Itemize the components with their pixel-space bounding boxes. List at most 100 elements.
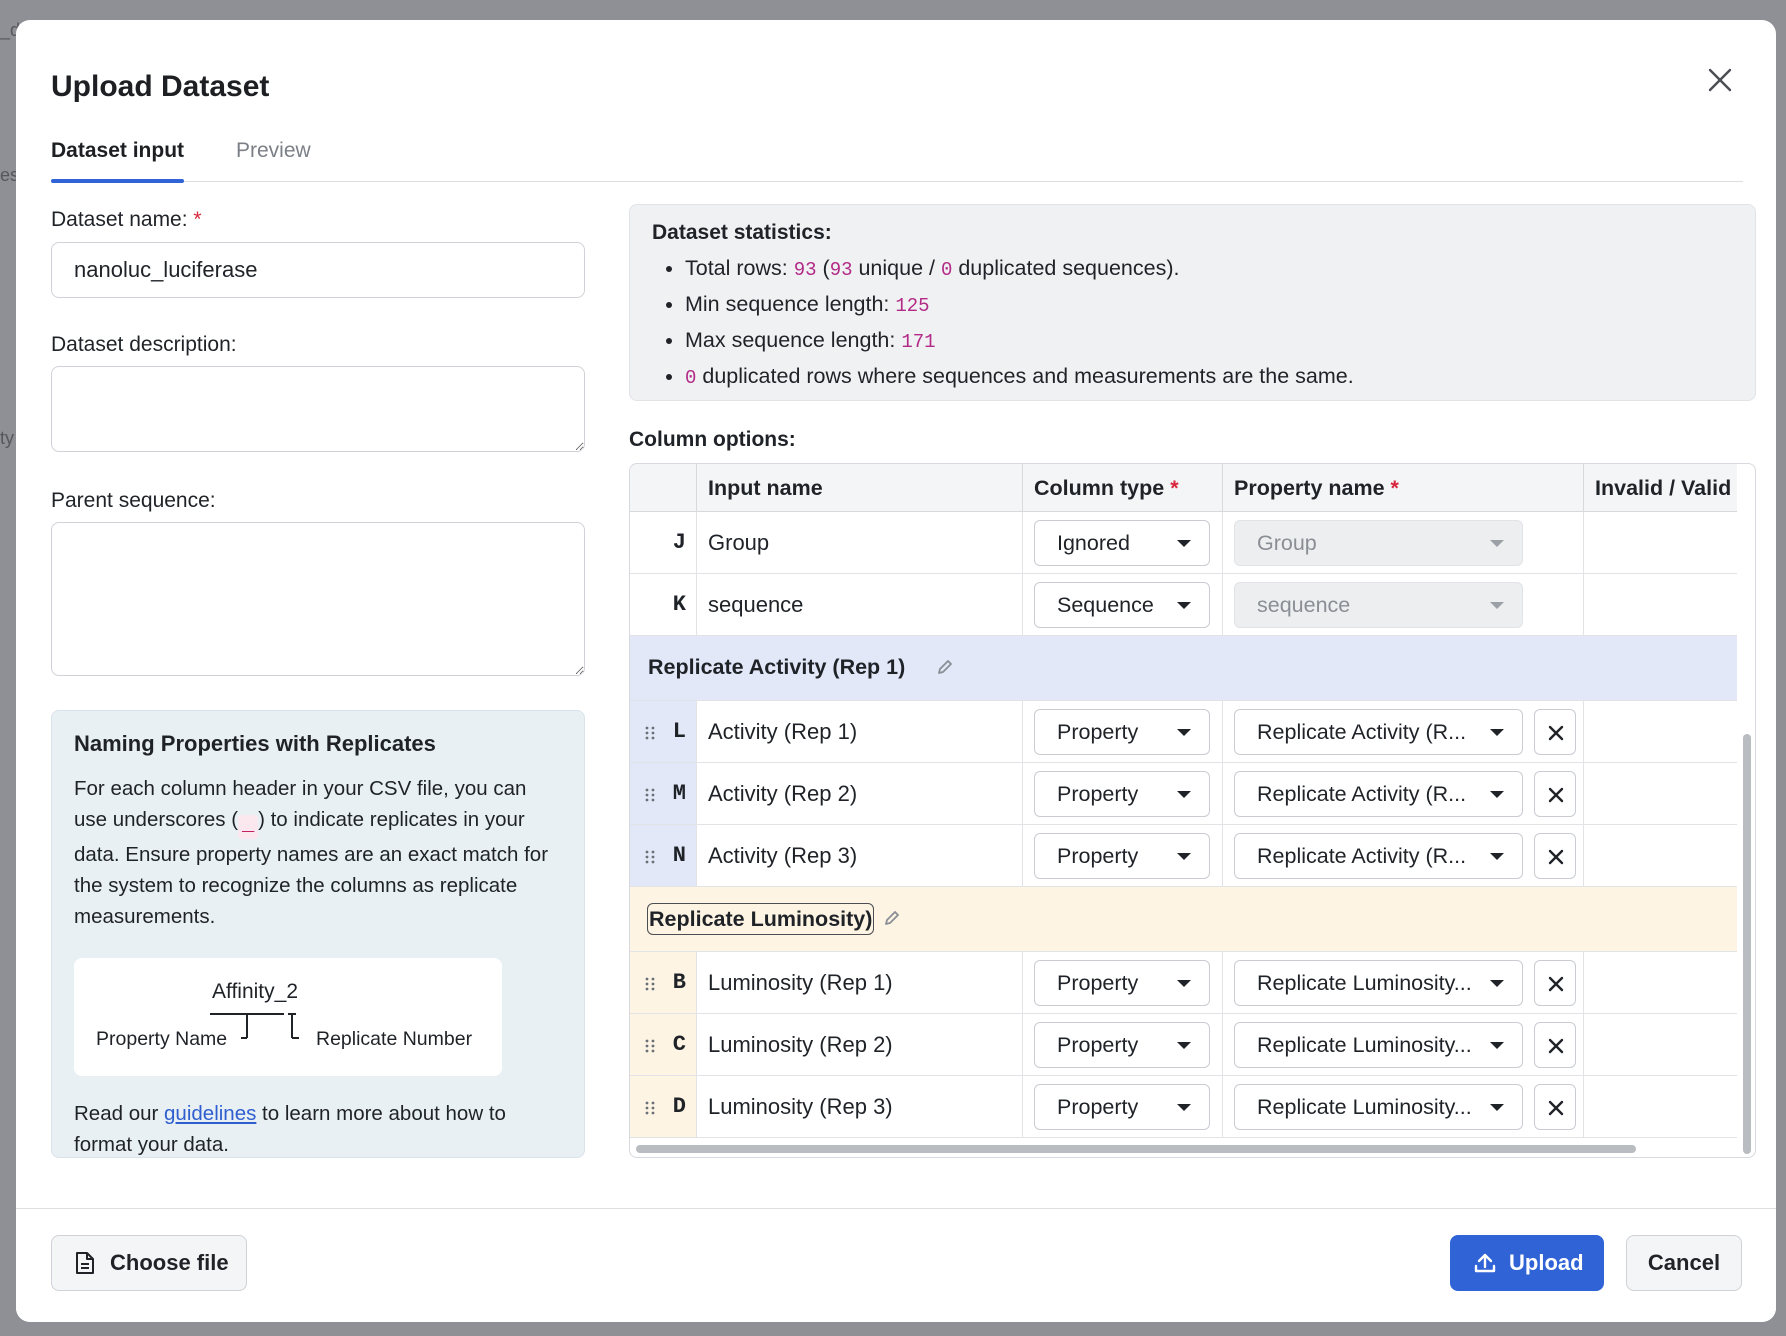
property-name-select[interactable]: Replicate Activity (R... bbox=[1234, 833, 1523, 879]
dataset-description-input[interactable] bbox=[51, 366, 585, 452]
stat-value: 0 bbox=[940, 259, 953, 281]
tab-dataset-input[interactable]: Dataset input bbox=[51, 130, 185, 183]
guidelines-link[interactable]: guidelines bbox=[164, 1102, 256, 1125]
upload-dataset-dialog: Upload Dataset Dataset input Preview Dat… bbox=[16, 20, 1776, 1322]
column-type-select[interactable]: Property bbox=[1034, 1022, 1210, 1068]
property-name-select[interactable]: Replicate Activity (R... bbox=[1234, 709, 1523, 755]
stat-value: 93 bbox=[793, 259, 817, 281]
drag-handle-icon[interactable] bbox=[644, 787, 656, 803]
horizontal-scrollbar[interactable] bbox=[636, 1145, 1636, 1153]
chevron-down-icon bbox=[1490, 980, 1504, 987]
replicate-group-title[interactable]: Replicate Luminosity) bbox=[647, 903, 875, 935]
chevron-down-icon bbox=[1177, 1042, 1191, 1049]
header-property-name-text: Property name bbox=[1234, 476, 1385, 500]
header-invalid-valid: Invalid / Valid bbox=[1595, 476, 1732, 500]
property-name-cell: Replicate Activity (R... bbox=[1223, 825, 1584, 886]
dataset-name-label-text: Dataset name: bbox=[51, 208, 188, 231]
column-letter-cell[interactable]: B bbox=[630, 952, 697, 1013]
column-letter: J bbox=[672, 530, 686, 555]
property-name-select-value: Replicate Activity (R... bbox=[1257, 720, 1467, 744]
column-type-select[interactable]: Property bbox=[1034, 833, 1210, 879]
column-type-select[interactable]: Ignored bbox=[1034, 520, 1210, 566]
stat-value: 0 bbox=[685, 367, 697, 389]
chevron-down-icon bbox=[1490, 540, 1504, 547]
column-letter: B bbox=[672, 970, 686, 995]
column-type-cell: Ignored bbox=[1023, 512, 1223, 573]
drag-handle-icon[interactable] bbox=[644, 849, 656, 865]
column-options-table: Input name Column type * Property name *… bbox=[629, 463, 1756, 1158]
replicate-group-title[interactable]: Replicate Activity (Rep 1) bbox=[648, 652, 905, 682]
property-name-cell: Replicate Luminosity... bbox=[1223, 1076, 1584, 1137]
file-icon bbox=[76, 1252, 94, 1274]
column-type-select[interactable]: Sequence bbox=[1034, 582, 1210, 628]
chevron-down-icon bbox=[1490, 853, 1504, 860]
chevron-down-icon bbox=[1177, 791, 1191, 798]
validity-cell bbox=[1584, 1076, 1737, 1137]
column-letter-cell[interactable]: M bbox=[630, 763, 697, 824]
property-name-select[interactable]: Replicate Luminosity... bbox=[1234, 1022, 1523, 1068]
edit-icon[interactable] bbox=[936, 658, 954, 676]
column-letter-cell[interactable]: N bbox=[630, 825, 697, 886]
property-name-select[interactable]: Replicate Luminosity... bbox=[1234, 1084, 1523, 1130]
tab-preview[interactable]: Preview bbox=[236, 130, 311, 182]
column-letter-cell[interactable]: C bbox=[630, 1014, 697, 1075]
validity-cell bbox=[1584, 952, 1737, 1013]
property-name-select[interactable]: Group bbox=[1234, 520, 1523, 566]
close-icon bbox=[1548, 787, 1564, 803]
chevron-down-icon bbox=[1490, 1042, 1504, 1049]
chevron-down-icon bbox=[1490, 729, 1504, 736]
validity-cell bbox=[1584, 825, 1737, 886]
remove-from-group-button[interactable] bbox=[1534, 1084, 1576, 1130]
stat-duplicated-rows: 0 duplicated rows where sequences and me… bbox=[685, 359, 1733, 395]
column-letter-cell: J bbox=[630, 512, 697, 573]
stat-label: duplicated rows where sequences and meas… bbox=[696, 364, 1354, 388]
stat-label: Min sequence length: bbox=[685, 292, 896, 316]
chevron-down-icon bbox=[1490, 791, 1504, 798]
column-type-select[interactable]: Property bbox=[1034, 1084, 1210, 1130]
table-row: N Activity (Rep 3) Property Replicate Activ… bbox=[630, 825, 1737, 887]
remove-from-group-button[interactable] bbox=[1534, 1022, 1576, 1068]
property-name-select-value: Replicate Luminosity... bbox=[1257, 1033, 1472, 1057]
property-name-select[interactable]: Replicate Luminosity... bbox=[1234, 960, 1523, 1006]
column-type-select-value: Sequence bbox=[1057, 593, 1154, 617]
chevron-down-icon bbox=[1177, 602, 1191, 609]
column-letter: D bbox=[672, 1094, 686, 1119]
vertical-scrollbar[interactable] bbox=[1743, 734, 1751, 1154]
column-options-scroll-area[interactable]: Input name Column type * Property name *… bbox=[630, 464, 1737, 1144]
drag-handle-icon[interactable] bbox=[644, 1038, 656, 1054]
validity-cell bbox=[1584, 574, 1737, 635]
drag-handle-icon[interactable] bbox=[644, 1100, 656, 1116]
drag-handle-icon[interactable] bbox=[644, 725, 656, 741]
stat-label: ( bbox=[816, 256, 830, 280]
property-name-select[interactable]: sequence bbox=[1234, 582, 1523, 628]
column-type-select-value: Ignored bbox=[1057, 531, 1130, 555]
edit-icon[interactable] bbox=[883, 909, 901, 927]
remove-from-group-button[interactable] bbox=[1534, 833, 1576, 879]
header-property-name: Property name * bbox=[1223, 464, 1584, 512]
column-type-select[interactable]: Property bbox=[1034, 709, 1210, 755]
column-letter-cell[interactable]: D bbox=[630, 1076, 697, 1137]
property-name-select[interactable]: Replicate Activity (R... bbox=[1234, 771, 1523, 817]
stat-label: duplicated sequences). bbox=[952, 256, 1180, 280]
header-index bbox=[630, 464, 697, 512]
column-type-select-value: Property bbox=[1057, 1095, 1139, 1119]
column-type-select[interactable]: Property bbox=[1034, 771, 1210, 817]
upload-button[interactable]: Upload bbox=[1450, 1235, 1604, 1291]
close-button[interactable] bbox=[1700, 60, 1740, 100]
dataset-name-input[interactable] bbox=[51, 242, 585, 298]
remove-from-group-button[interactable] bbox=[1534, 960, 1576, 1006]
parent-sequence-input[interactable] bbox=[51, 522, 585, 676]
column-type-select[interactable]: Property bbox=[1034, 960, 1210, 1006]
column-letter-cell[interactable]: L bbox=[630, 701, 697, 762]
validity-cell bbox=[1584, 763, 1737, 824]
chevron-down-icon bbox=[1177, 980, 1191, 987]
parent-sequence-label: Parent sequence: bbox=[51, 489, 216, 512]
choose-file-button[interactable]: Choose file bbox=[51, 1235, 247, 1291]
column-type-cell: Property bbox=[1023, 825, 1223, 886]
cancel-button[interactable]: Cancel bbox=[1626, 1235, 1742, 1291]
drag-handle-icon[interactable] bbox=[644, 976, 656, 992]
replicates-info-box: Naming Properties with Replicates For ea… bbox=[51, 710, 585, 1158]
remove-from-group-button[interactable] bbox=[1534, 709, 1576, 755]
column-type-cell: Property bbox=[1023, 1076, 1223, 1137]
remove-from-group-button[interactable] bbox=[1534, 771, 1576, 817]
